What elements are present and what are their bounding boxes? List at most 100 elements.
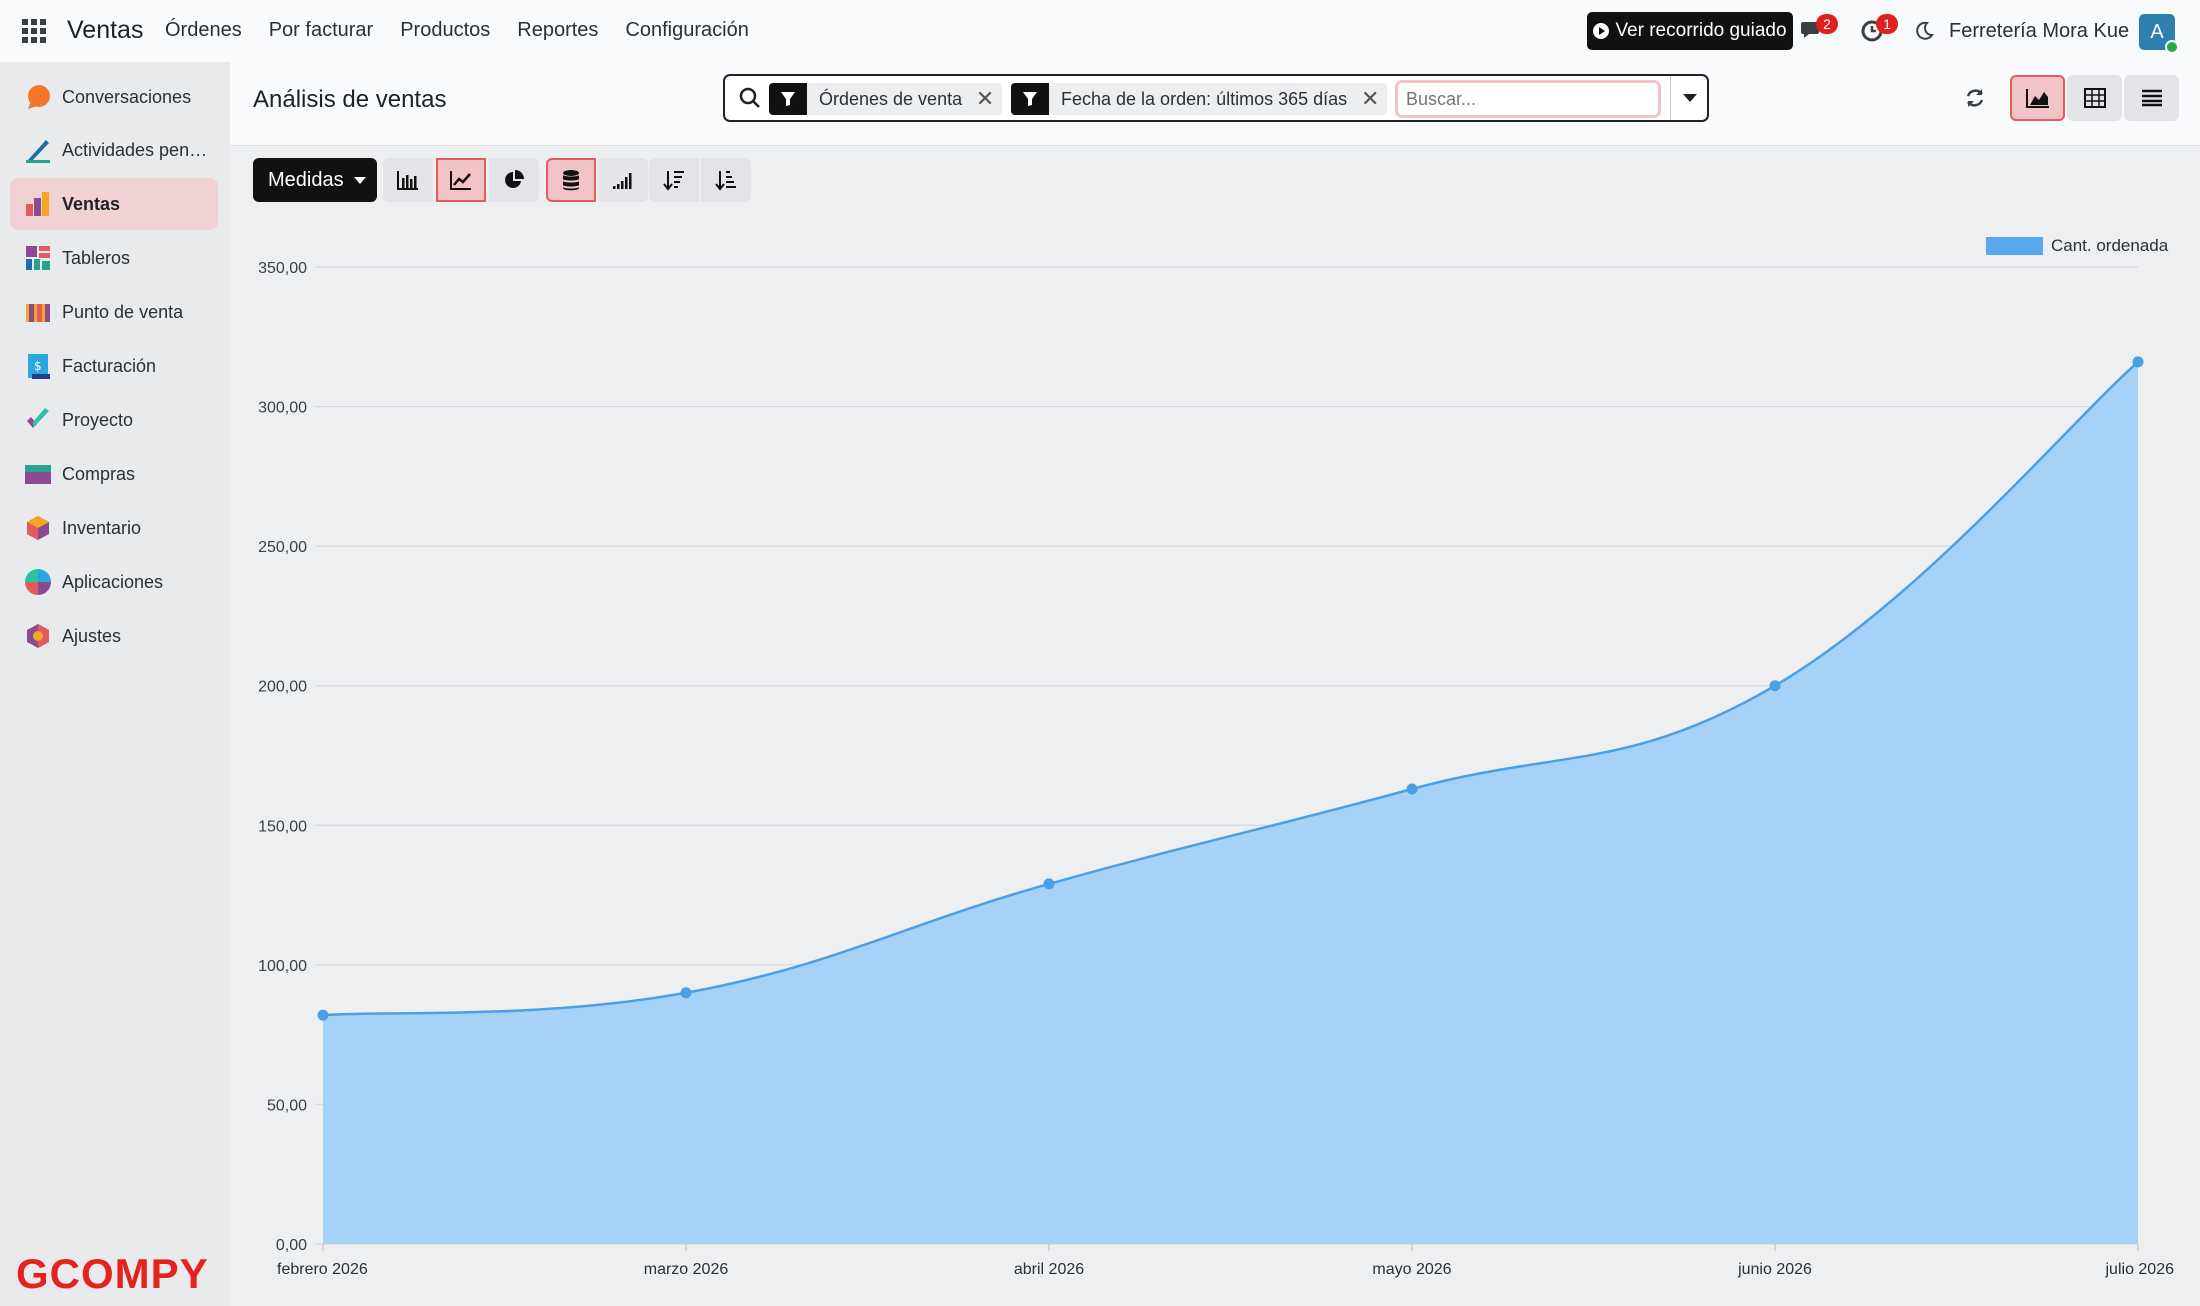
sidebar-item-label: Tableros bbox=[62, 247, 131, 268]
messages-button[interactable]: 2 bbox=[1800, 14, 1838, 46]
menu-reportes[interactable]: Reportes bbox=[517, 19, 598, 42]
online-status-dot bbox=[2165, 40, 2179, 54]
sidebar-item-actividades[interactable]: Actividades pendientes bbox=[10, 124, 218, 176]
data-point bbox=[1406, 783, 1418, 795]
play-icon bbox=[1593, 23, 1610, 39]
sidebar-item-label: Compras bbox=[62, 463, 136, 484]
legend-label: Cant. ordenada bbox=[2051, 236, 2169, 255]
x-tick-label: marzo 2026 bbox=[644, 1261, 729, 1278]
settings-hex-icon bbox=[27, 624, 49, 648]
search-icon[interactable] bbox=[739, 87, 761, 109]
sidebar-item-ajustes[interactable]: Ajustes bbox=[10, 610, 218, 662]
graph-view-button[interactable] bbox=[2010, 75, 2065, 121]
remove-facet-icon[interactable]: ✕ bbox=[1359, 86, 1381, 112]
app-brand[interactable]: Ventas bbox=[67, 16, 143, 45]
table-icon bbox=[2083, 88, 2106, 108]
x-tick-label: julio 2026 bbox=[2105, 1261, 2175, 1278]
sidebar-item-label: Proyecto bbox=[62, 409, 134, 430]
sort-ascending-button[interactable] bbox=[701, 158, 751, 202]
caret-down-icon bbox=[1683, 94, 1697, 102]
y-tick-label: 50,00 bbox=[267, 1097, 307, 1114]
legend-swatch bbox=[1986, 237, 2043, 255]
data-point bbox=[1043, 878, 1055, 890]
pivot-view-button[interactable] bbox=[2067, 75, 2122, 121]
signal-bars-icon bbox=[613, 173, 632, 189]
menu-por-facturar[interactable]: Por facturar bbox=[269, 19, 373, 42]
sort-descending-icon bbox=[663, 171, 684, 191]
data-point bbox=[1769, 680, 1781, 692]
activities-button[interactable]: 1 bbox=[1860, 14, 1898, 46]
pie-chart-icon bbox=[505, 170, 524, 188]
company-switcher[interactable]: Ferretería Mora Kue bbox=[1949, 20, 2129, 43]
invoice-icon: $ bbox=[28, 354, 50, 379]
page-title: Análisis de ventas bbox=[253, 86, 447, 113]
sidebar-item-proyecto[interactable]: Proyecto bbox=[10, 394, 218, 446]
sales-area-chart: 0,00 50,00 100,00 150,00 200,00 250,00 300,00 3… bbox=[258, 260, 2175, 1278]
remove-facet-icon[interactable]: ✕ bbox=[974, 86, 996, 112]
measures-dropdown[interactable]: Medidas bbox=[253, 158, 377, 202]
menu-productos[interactable]: Productos bbox=[400, 19, 490, 42]
menu-ordenes[interactable]: Órdenes bbox=[165, 19, 242, 42]
guided-tour-button[interactable]: Ver recorrido guiado bbox=[1587, 12, 1793, 50]
sales-chart-icon bbox=[26, 192, 49, 216]
sidebar-item-label: Punto de venta bbox=[62, 301, 184, 322]
box-icon bbox=[27, 516, 49, 540]
avatar-letter: A bbox=[2150, 20, 2164, 43]
database-stack-icon bbox=[563, 170, 579, 191]
sidebar-item-label: Aplicaciones bbox=[62, 571, 164, 592]
chart-legend[interactable]: Cant. ordenada bbox=[1986, 236, 2168, 256]
sort-ascending-icon bbox=[715, 171, 736, 191]
gcompy-logo: GCOMPY bbox=[16, 1250, 209, 1297]
sort-descending-button[interactable] bbox=[649, 158, 699, 202]
data-point bbox=[2132, 356, 2144, 368]
user-avatar[interactable]: A bbox=[2139, 14, 2179, 54]
filter-facet-fecha: Fecha de la orden: últimos 365 días ✕ bbox=[1011, 83, 1388, 115]
sidebar-item-label: Facturación bbox=[62, 355, 157, 376]
x-tick-label: mayo 2026 bbox=[1372, 1261, 1451, 1278]
activities-badge: 1 bbox=[1876, 14, 1898, 34]
y-tick-label: 300,00 bbox=[258, 400, 307, 417]
reload-icon[interactable] bbox=[1963, 86, 1987, 110]
apps-grid-icon[interactable] bbox=[22, 19, 46, 43]
line-chart-icon bbox=[450, 171, 471, 190]
facet-label: Órdenes de venta bbox=[819, 88, 963, 109]
top-navbar: Ventas Órdenes Por facturar Productos Re… bbox=[0, 0, 2200, 62]
cumulative-button[interactable] bbox=[598, 158, 648, 202]
sidebar-item-aplicaciones[interactable]: Aplicaciones bbox=[10, 556, 218, 608]
search-bar: Órdenes de venta ✕ Fecha de la orden: úl… bbox=[723, 74, 1709, 122]
chat-bubble-icon bbox=[28, 85, 50, 109]
sidebar-item-punto-de-venta[interactable]: Punto de venta bbox=[10, 286, 218, 338]
sidebar-item-facturacion[interactable]: $ Facturación bbox=[10, 340, 218, 392]
list-view-button[interactable] bbox=[2124, 75, 2179, 121]
sidebar-item-tableros[interactable]: Tableros bbox=[10, 232, 218, 284]
x-tick-label: febrero 2026 bbox=[277, 1261, 368, 1278]
facet-label: Fecha de la orden: últimos 365 días bbox=[1061, 88, 1348, 109]
x-tick-label: junio 2026 bbox=[1737, 1261, 1812, 1278]
sidebar-item-compras[interactable]: Compras bbox=[10, 448, 218, 500]
bar-chart-button[interactable] bbox=[383, 158, 433, 202]
y-tick-label: 250,00 bbox=[258, 539, 307, 556]
filter-icon bbox=[1011, 83, 1049, 115]
y-tick-label: 350,00 bbox=[258, 260, 307, 277]
sidebar-item-label: Conversaciones bbox=[62, 86, 192, 107]
menu-configuracion[interactable]: Configuración bbox=[625, 19, 748, 42]
sidebar-item-label: Ajustes bbox=[62, 625, 122, 646]
sidebar-item-conversaciones[interactable]: Conversaciones bbox=[10, 71, 218, 123]
line-chart-button[interactable] bbox=[436, 158, 486, 202]
project-check-icon bbox=[27, 408, 49, 428]
dark-mode-icon[interactable] bbox=[1914, 21, 1934, 41]
pie-chart-button[interactable] bbox=[489, 158, 539, 202]
pen-icon bbox=[26, 140, 50, 163]
stacked-button[interactable] bbox=[546, 158, 596, 202]
sidebar-item-inventario[interactable]: Inventario bbox=[10, 502, 218, 554]
search-options-toggle[interactable] bbox=[1670, 76, 1709, 120]
y-tick-label: 100,00 bbox=[258, 958, 307, 975]
svg-text:$: $ bbox=[34, 359, 42, 373]
y-tick-label: 150,00 bbox=[258, 818, 307, 835]
filter-facet-ordenes: Órdenes de venta ✕ bbox=[769, 83, 1003, 115]
search-input[interactable] bbox=[1395, 80, 1661, 118]
sidebar-item-ventas[interactable]: Ventas bbox=[10, 178, 218, 230]
apps-pie-icon bbox=[25, 569, 51, 595]
sidebar-item-label: Ventas bbox=[62, 193, 121, 214]
y-tick-label: 0,00 bbox=[276, 1237, 307, 1254]
